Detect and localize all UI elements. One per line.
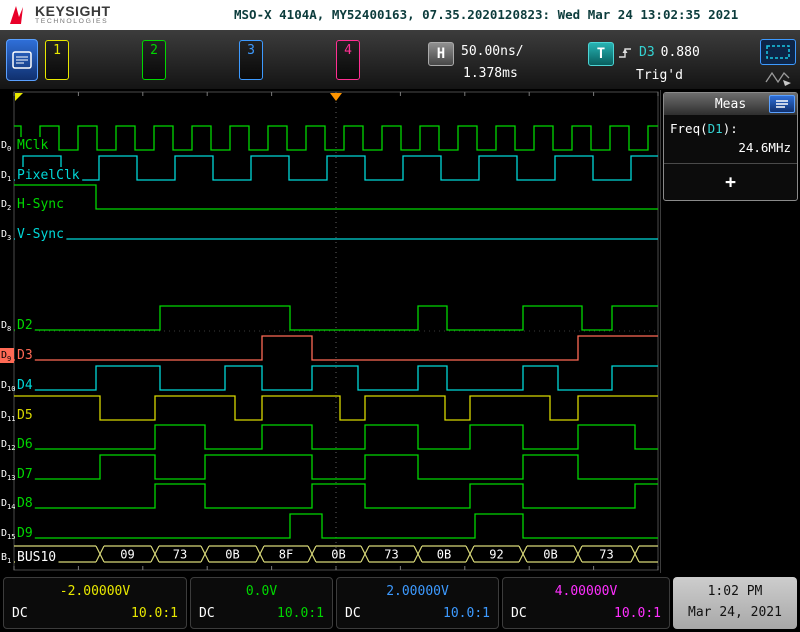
bus-value: 0B [225,548,239,562]
channel-2-status[interactable]: 0.0V DC 10.0:1 [190,576,333,629]
channel-label-D3[interactable]: D3 [17,348,33,363]
top-header: KEYSIGHT TECHNOLOGIES MSO-X 4104A, MY524… [0,0,800,30]
waveform-cursor-icon [765,71,791,86]
waveform-tool-button[interactable] [760,67,796,89]
keysight-spark-icon [10,6,23,24]
meas-menu-button[interactable] [769,95,795,113]
waveform-svg[interactable]: 09 73 0B 8F 0B 73 0B 92 0B 73 D0 MClk D1 PixelClk D2 H-… [0,90,660,573]
channel-label-D8[interactable]: D8 [17,496,33,511]
plot-border [13,91,659,571]
probe-ratio: 10.0:1 [443,605,490,621]
bus-value: 0B [331,548,345,562]
channel-label-D2[interactable]: D2 [17,318,33,333]
channel-label-D5[interactable]: D5 [17,408,33,423]
trigger-info[interactable]: D3 0.880 [618,45,700,60]
coupling-label: DC [511,605,527,621]
trigger-position-marker[interactable] [330,93,342,101]
coupling-label: DC [12,605,28,621]
clock-date: Mar 24, 2021 [688,604,782,620]
digital-channel-id[interactable]: D3 [1,229,11,242]
oscilloscope-screen: KEYSIGHT TECHNOLOGIES MSO-X 4104A, MY524… [0,0,800,632]
bus-value: 73 [384,548,398,562]
trigger-source: D3 [639,45,655,60]
channel-label-D7[interactable]: D7 [17,467,33,482]
channel-3-button[interactable]: 3 [239,40,263,80]
meas-source: D1 [707,121,723,136]
datetime-box[interactable]: 1:02 PM Mar 24, 2021 [673,576,797,629]
measurement-panel: Meas Freq(D1): 24.6MHz + [660,90,800,573]
channel-offset-value: 4.00000V [554,583,618,599]
channel-4-status[interactable]: 4.00000V DC 10.0:1 [502,576,670,629]
toolbar: 1 2 3 4 H 50.00ns/ 1.378ms T D3 0.880 Trig'… [0,30,800,90]
brand-subtitle: TECHNOLOGIES [35,18,109,25]
meas-value: 24.6MHz [738,140,791,155]
rising-edge-icon [619,48,631,58]
instrument-title: MSO-X 4104A, MY52400163, 07.35.202012082… [234,7,739,22]
digital-channel-id[interactable]: D2 [1,199,11,212]
channel-label-MClk[interactable]: MClk [17,138,48,153]
bus-value: 73 [599,548,613,562]
statusbar: -2.00000V DC 10.0:1 0.0V DC 10.0:1 2.00000V DC 1… [0,573,800,632]
channel-label-D9[interactable]: D9 [17,526,33,541]
probe-ratio: 10.0:1 [614,605,661,621]
menu-icon [12,51,32,69]
meas-item-freq[interactable]: Freq(D1): 24.6MHz [664,115,797,164]
channel-label-D4[interactable]: D4 [17,378,33,393]
bus-value: 92 [489,548,503,562]
digital-channel-id[interactable]: D13 [1,469,15,482]
statusbar-sections: -2.00000V DC 10.0:1 0.0V DC 10.0:1 2.00000V DC 1… [3,576,670,629]
trigger-status: Trig'd [636,68,683,83]
channel-3-status[interactable]: 2.00000V DC 10.0:1 [336,576,499,629]
channel-offset-value: -2.00000V [59,583,131,599]
channel-label-D6[interactable]: D6 [17,437,33,452]
channel-1-status[interactable]: -2.00000V DC 10.0:1 [3,576,187,629]
probe-ratio: 10.0:1 [277,605,324,621]
digital-channel-id[interactable]: D8 [1,320,11,333]
channel-4-button[interactable]: 4 [336,40,360,80]
probe-ratio: 10.0:1 [131,605,178,621]
bus-value: 73 [173,548,187,562]
brand-text: KEYSIGHT TECHNOLOGIES [35,3,111,25]
horizontal-button[interactable]: H [428,42,454,66]
digital-channel-id[interactable]: D12 [1,439,15,452]
bus-label[interactable]: BUS10 [17,550,56,565]
add-measurement-button[interactable]: + [664,164,797,200]
meas-title: Meas [714,96,747,112]
digital-channel-id[interactable]: B1 [1,552,11,565]
meas-box: Meas Freq(D1): 24.6MHz + [663,92,798,201]
digital-channel-id[interactable]: D0 [1,140,11,153]
bus-value: 0B [543,548,557,562]
trigger-level: 0.880 [660,45,700,60]
channel-label-H-Sync[interactable]: H-Sync [17,197,64,212]
digital-channel-id[interactable]: D15 [1,528,15,541]
digital-channel-id[interactable]: D11 [1,410,15,423]
channel-1-button[interactable]: 1 [45,40,69,80]
delay-value[interactable]: 1.378ms [463,66,518,81]
coupling-label: DC [345,605,361,621]
channel-offset-value: 2.00000V [386,583,449,599]
channel-2-button[interactable]: 2 [142,40,166,80]
trigger-button[interactable]: T [588,42,614,66]
zone-select-icon [766,45,790,59]
ch1-reference-marker [15,93,23,101]
zone-trigger-button[interactable] [760,39,796,65]
clock-time: 1:02 PM [707,584,763,600]
channel-label-V-Sync[interactable]: V-Sync [17,227,64,242]
bus-value: 09 [120,548,134,562]
digital-channel-id[interactable]: D14 [1,498,15,511]
coupling-label: DC [199,605,215,621]
main-menu-button[interactable] [6,39,38,81]
meas-header: Meas [664,93,797,115]
panel-menu-icon [776,100,788,108]
keysight-brand: KEYSIGHT TECHNOLOGIES [0,4,225,26]
timebase-value[interactable]: 50.00ns/ [461,44,524,59]
meas-label: Freq(D1): [670,121,738,136]
channel-label-PixelClk[interactable]: PixelClk [17,168,80,183]
bus-value: 0B [437,548,451,562]
brand-name: KEYSIGHT [35,3,111,19]
bus-value: 8F [279,548,293,562]
channel-offset-value: 0.0V [245,583,278,599]
digital-channel-id[interactable]: D1 [1,170,11,183]
digital-channel-id[interactable]: D10 [1,380,15,393]
